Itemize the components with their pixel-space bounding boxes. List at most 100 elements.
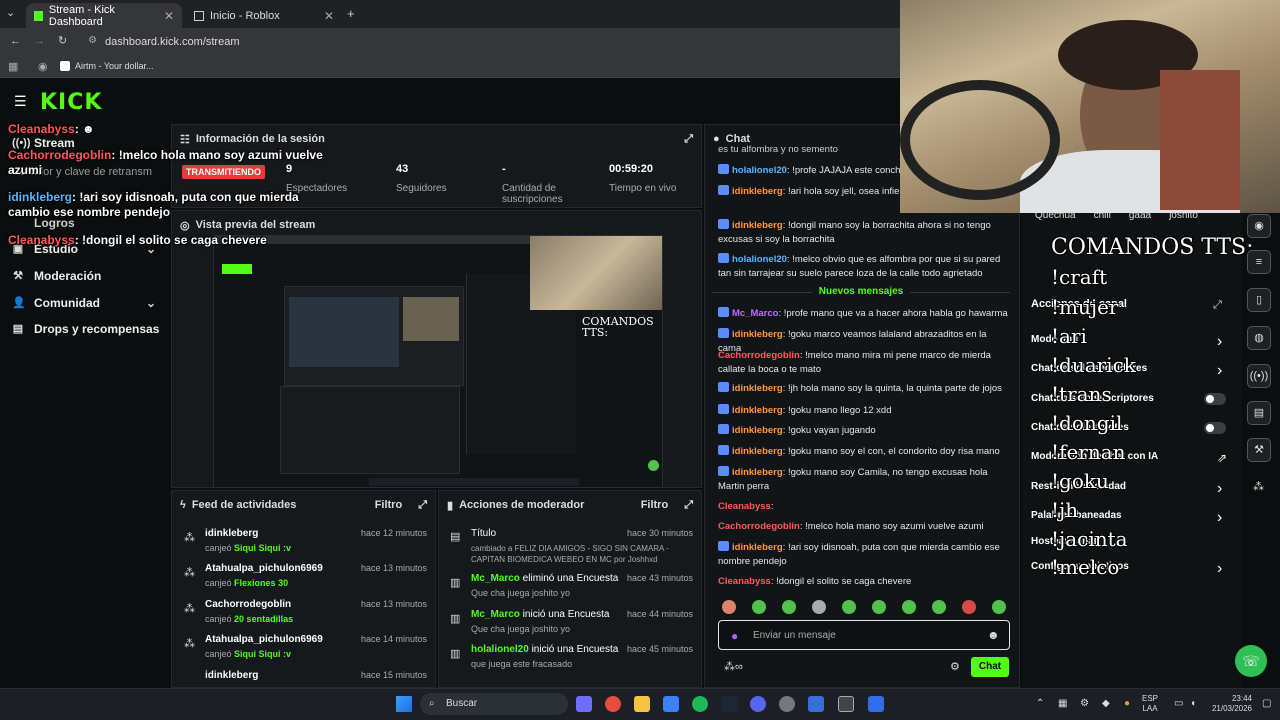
language-indicator[interactable]: ESP LAA [1142, 694, 1158, 714]
forward-icon[interactable]: → [34, 35, 45, 47]
rail-button-broadcast[interactable]: ((•)) [1247, 364, 1271, 388]
chat-username[interactable]: idinkleberg [732, 542, 783, 553]
expand-icon[interactable]: ⤢ [684, 499, 693, 512]
mod-user[interactable]: Mc_Marco [471, 609, 520, 620]
chat-username[interactable]: idinkleberg [732, 405, 783, 416]
tab-kick-dashboard[interactable]: Stream - Kick Dashboard ✕ [26, 3, 182, 28]
app-icon[interactable] [868, 696, 884, 712]
notifications-icon[interactable]: ▢ [1262, 698, 1271, 709]
rail-button-stack[interactable]: ▤ [1247, 401, 1271, 425]
chat-username[interactable]: idinkleberg [732, 186, 783, 197]
emote-icon[interactable] [812, 600, 826, 614]
store-icon[interactable] [663, 696, 679, 712]
new-tab-icon[interactable]: + [347, 6, 355, 21]
tray-icon[interactable]: ⚙ [1080, 698, 1089, 709]
chat-username[interactable]: holalionel20 [732, 165, 787, 176]
chat-username[interactable]: idinkleberg [732, 467, 783, 478]
file-explorer-icon[interactable] [634, 696, 650, 712]
chat-username[interactable]: idinkleberg [732, 425, 783, 436]
emote-icon[interactable] [722, 600, 736, 614]
help-chat-icon[interactable]: ☏ [1235, 645, 1267, 677]
rail-button-doc[interactable]: ▯ [1247, 288, 1271, 312]
more-icon[interactable]: ⁂ [1253, 480, 1264, 493]
chat-username[interactable]: idinkleberg [732, 446, 783, 457]
chat-username[interactable]: Cachorrodegoblin [718, 350, 800, 361]
menu-icon[interactable]: ☰ [14, 93, 27, 110]
app-icon[interactable] [808, 696, 824, 712]
rail-button-chat[interactable]: ◍ [1247, 326, 1271, 350]
chevron-right-icon[interactable]: › [1217, 560, 1222, 578]
mod-user[interactable]: Mc_Marco [471, 573, 520, 584]
discord-icon[interactable] [750, 696, 766, 712]
tray-icon[interactable]: ◆ [1102, 698, 1110, 709]
toggle-switch[interactable] [1204, 393, 1226, 405]
toggle-switch[interactable] [1204, 422, 1226, 434]
taskbar-search[interactable]: ⌕ Buscar [420, 693, 568, 715]
windows-start-icon[interactable] [396, 696, 412, 712]
emote-icon[interactable] [782, 600, 796, 614]
tab-roblox[interactable]: Inicio - Roblox ✕ [186, 3, 342, 28]
stream-preview-video[interactable]: COMANDOS TTS: [213, 235, 663, 488]
chrome-icon[interactable] [605, 696, 621, 712]
kick-logo[interactable]: KICK [40, 90, 102, 115]
sidebar-item-drops[interactable]: ▤ Drops y recompensas [12, 322, 160, 336]
filter-button[interactable]: Filtro [641, 499, 669, 511]
bookmark-airtm[interactable]: Airtm - Your dollar... [75, 61, 154, 71]
spotify-icon[interactable] [692, 696, 708, 712]
chevron-right-icon[interactable]: › [1217, 333, 1222, 351]
chat-username[interactable]: Cleanabyss [718, 501, 771, 512]
clock[interactable]: 23:44 21/03/2026 [1208, 694, 1252, 714]
emote-icon[interactable] [962, 600, 976, 614]
chevron-right-icon[interactable]: › [1217, 509, 1222, 527]
chat-username[interactable]: Mc_Marco [732, 308, 778, 319]
expand-icon[interactable]: ⤢ [1213, 299, 1222, 312]
tab-search-icon[interactable]: ⌄ [6, 6, 15, 19]
reload-icon[interactable]: ↻ [58, 34, 67, 47]
external-link-icon[interactable]: ⇗ [1217, 451, 1227, 465]
back-icon[interactable]: ← [10, 35, 21, 47]
close-icon[interactable]: ✕ [164, 9, 174, 23]
globe-icon[interactable]: ◉ [38, 60, 48, 73]
chat-input[interactable]: ● Enviar un mensaje ☻ [718, 620, 1010, 650]
chat-username[interactable]: idinkleberg [732, 383, 783, 394]
emote-icon[interactable] [992, 600, 1006, 614]
apps-icon[interactable]: ▦ [8, 60, 18, 73]
chevron-right-icon[interactable]: › [1217, 362, 1222, 380]
site-info-icon[interactable]: ⚙ [88, 35, 97, 46]
expand-icon[interactable]: ⤢ [684, 133, 693, 146]
rail-button-camera[interactable]: ◉ [1247, 214, 1271, 238]
steam-icon[interactable] [721, 696, 737, 712]
filter-button[interactable]: Filtro [375, 499, 403, 511]
network-icon[interactable]: ▭ [1174, 698, 1183, 709]
chat-username[interactable]: idinkleberg [732, 329, 783, 340]
copilot-icon[interactable] [576, 696, 592, 712]
chat-username[interactable]: idinkleberg [732, 220, 783, 231]
expand-icon[interactable]: ⤢ [418, 499, 427, 512]
settings-icon[interactable]: ⚙ [950, 660, 960, 673]
emote-icon[interactable] [902, 600, 916, 614]
mic-icon[interactable]: ● [731, 629, 738, 643]
app-icon[interactable] [779, 696, 795, 712]
points-icon[interactable]: ⁂∞ [724, 660, 743, 673]
close-icon[interactable]: ✕ [324, 9, 334, 23]
chat-username[interactable]: Cleanabyss [718, 576, 771, 587]
mod-user[interactable]: holalionel20 [471, 644, 529, 655]
chat-username[interactable]: holalionel20 [732, 254, 787, 265]
sidebar-item-comunidad[interactable]: 👤 Comunidad ⌄ [12, 296, 156, 310]
emote-icon[interactable] [842, 600, 856, 614]
emote-icon[interactable] [932, 600, 946, 614]
emote-icon[interactable] [752, 600, 766, 614]
tray-icon[interactable]: ▦ [1058, 698, 1067, 709]
emoji-icon[interactable]: ☻ [987, 628, 1000, 642]
emote-icon[interactable] [872, 600, 886, 614]
rail-button-mod[interactable]: ⚒ [1247, 438, 1271, 462]
send-chat-button[interactable]: Chat [971, 657, 1009, 677]
chevron-right-icon[interactable]: › [1217, 480, 1222, 498]
volume-icon[interactable]: ◖ [1190, 698, 1196, 709]
url-field[interactable]: dashboard.kick.com/stream [105, 33, 905, 51]
obs-icon[interactable] [838, 696, 854, 712]
rail-button-voice[interactable]: ≡ [1247, 250, 1271, 274]
tray-chevron-icon[interactable]: ⌃ [1036, 698, 1044, 709]
chat-username[interactable]: Cachorrodegoblin [718, 521, 800, 532]
mic-tray-icon[interactable]: ● [1124, 698, 1130, 709]
